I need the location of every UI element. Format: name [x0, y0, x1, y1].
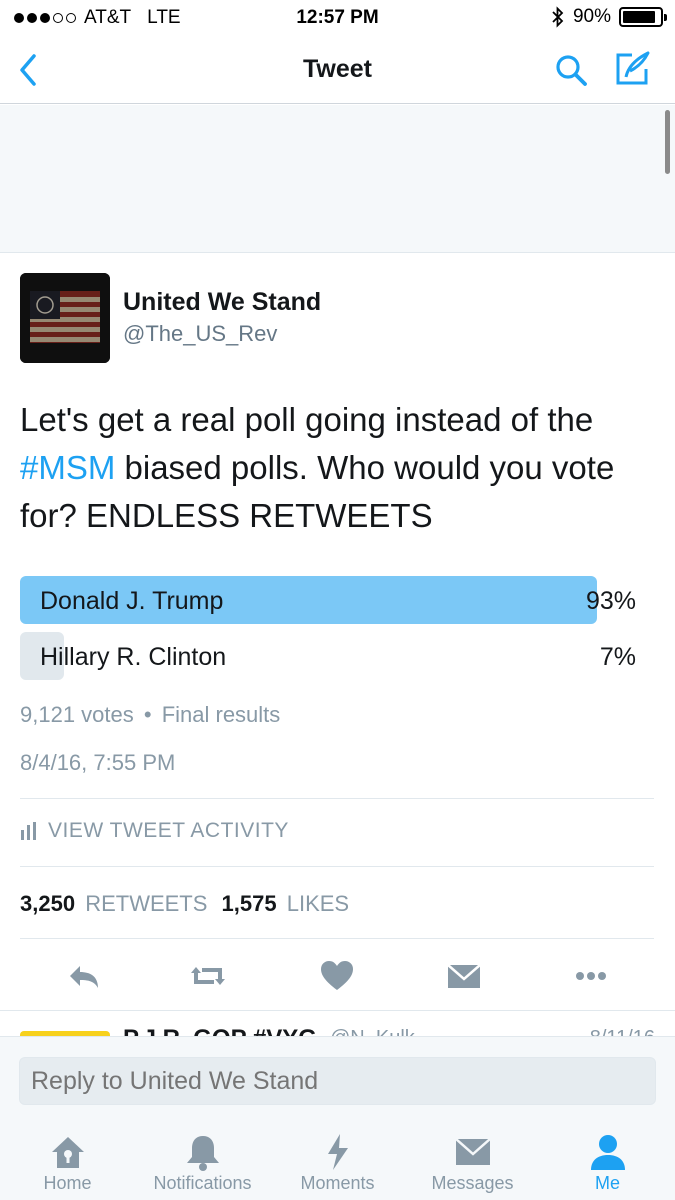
more-icon[interactable]: [571, 956, 611, 996]
flag-avatar-image: [20, 273, 110, 363]
status-right: 90%: [551, 6, 667, 28]
next-tweet-date: 8/11/16: [590, 1027, 655, 1036]
tweet-actions: [0, 948, 675, 1002]
bell-icon: [186, 1136, 219, 1171]
poll-option-label: Hillary R. Clinton: [40, 643, 227, 671]
tab-moments[interactable]: Moments: [270, 1120, 405, 1200]
tweet-stats: 3,250 RETWEETS 1,575 LIKES: [20, 891, 349, 917]
avatar[interactable]: [20, 273, 110, 363]
status-bar: AT&T LTE 12:57 PM 90%: [0, 0, 675, 36]
tab-label: Notifications: [153, 1173, 252, 1193]
bluetooth-icon: [552, 6, 564, 28]
retweet-label[interactable]: RETWEETS: [85, 891, 207, 916]
lightning-icon: [327, 1134, 348, 1170]
poll-vote-count: 9,121 votes: [20, 702, 134, 727]
divider: [20, 798, 654, 799]
tab-home[interactable]: Home: [0, 1120, 135, 1200]
tab-me[interactable]: Me: [540, 1120, 675, 1200]
compose-icon[interactable]: [612, 49, 652, 89]
retweet-count[interactable]: 3,250: [20, 891, 75, 916]
poll-meta: 9,121 votes • Final results: [20, 702, 280, 728]
next-tweet-preview[interactable]: P.J.R. GOP #VYG @N_Kulk 8/11/16: [0, 1010, 675, 1036]
like-icon[interactable]: [317, 956, 357, 996]
search-icon[interactable]: [553, 52, 589, 88]
divider: [20, 938, 654, 939]
nav-bar: Tweet: [0, 36, 675, 104]
view-tweet-activity-link[interactable]: VIEW TWEET ACTIVITY: [20, 819, 289, 843]
battery-icon: [619, 7, 667, 27]
poll-option: Donald J. Trump 93%: [20, 576, 640, 624]
like-label[interactable]: LIKES: [287, 891, 349, 916]
divider: [20, 866, 654, 867]
bar-chart-icon: [21, 822, 36, 840]
home-icon: [51, 1137, 84, 1168]
poll-option-label: Donald J. Trump: [40, 587, 224, 615]
envelope-icon: [454, 1138, 491, 1165]
retweet-icon[interactable]: [188, 956, 228, 996]
poll-option-percent: 93%: [585, 587, 636, 615]
reply-input[interactable]: [19, 1057, 656, 1105]
tab-notifications[interactable]: Notifications: [135, 1120, 270, 1200]
tab-label: Moments: [300, 1173, 375, 1193]
poll-status: Final results: [161, 702, 281, 727]
tweet-text: Let's get a real poll going instead of t…: [20, 396, 660, 540]
hashtag-link[interactable]: #MSM: [20, 449, 115, 486]
display-name[interactable]: United We Stand: [123, 288, 321, 317]
tab-messages[interactable]: Messages: [405, 1120, 540, 1200]
next-tweet-name: P.J.R. GOP #VYG: [123, 1025, 317, 1036]
tweet-timestamp: 8/4/16, 7:55 PM: [20, 750, 176, 775]
view-tweet-activity-label: VIEW TWEET ACTIVITY: [48, 819, 289, 842]
tweet-text-start: Let's get a real poll going instead of t…: [20, 401, 594, 438]
poll-meta-separator: •: [143, 702, 152, 727]
tab-label: Home: [43, 1173, 92, 1193]
next-tweet-handle: @N_Kulk: [330, 1027, 415, 1036]
header-space: [0, 105, 675, 253]
direct-message-icon[interactable]: [444, 956, 484, 996]
user-handle[interactable]: @The_US_Rev: [123, 321, 277, 347]
reply-bar: [0, 1036, 675, 1120]
reply-icon[interactable]: [64, 956, 104, 996]
tab-bar: Home Notifications Moments Messages Me: [0, 1120, 675, 1200]
tab-label: Me: [594, 1173, 620, 1193]
poll-option-percent: 7%: [599, 643, 636, 671]
poll-option: Hillary R. Clinton 7%: [20, 632, 640, 680]
scrollbar[interactable]: [665, 110, 670, 174]
like-count[interactable]: 1,575: [222, 891, 277, 916]
battery-percent: 90%: [572, 6, 611, 27]
tab-label: Messages: [431, 1173, 514, 1193]
battery-fill: [623, 11, 656, 23]
person-icon: [590, 1135, 625, 1170]
